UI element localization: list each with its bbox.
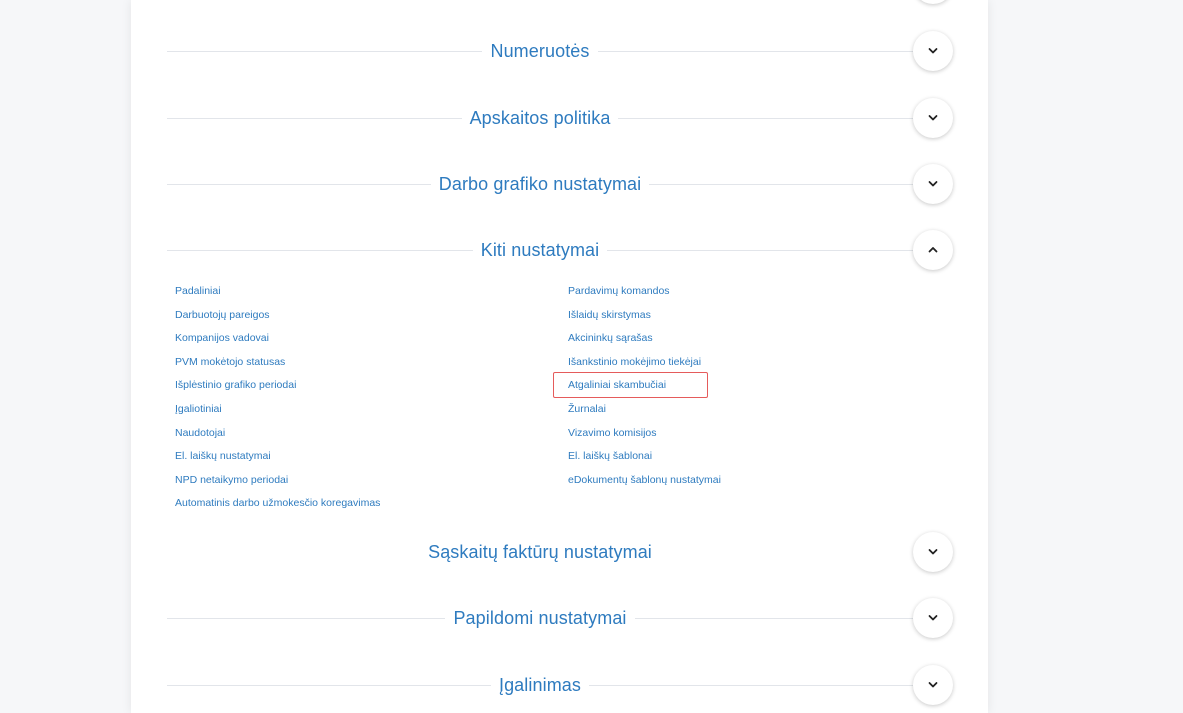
chevron-up-icon: [928, 247, 938, 253]
section-title-apskaitos-politika[interactable]: Apskaitos politika: [461, 107, 619, 129]
link-naudotojai[interactable]: Naudotojai: [175, 422, 555, 446]
chevron-down-icon: [928, 115, 938, 121]
section-papildomi-nustatymai: Papildomi nustatymai: [167, 596, 953, 640]
chevron-down-icon: [928, 682, 938, 688]
highlight-box: [553, 372, 708, 398]
section-title-numeruotes[interactable]: Numeruotės: [482, 40, 598, 62]
previous-section-toggle[interactable]: [913, 0, 953, 4]
toggle-apskaitos-politika[interactable]: [913, 98, 953, 138]
section-kiti-nustatymai: Kiti nustatymai: [167, 228, 953, 272]
toggle-darbo-grafiko[interactable]: [913, 164, 953, 204]
chevron-down-icon: [928, 181, 938, 187]
link-el-laisku-sablonai[interactable]: El. laiškų šablonai: [568, 445, 948, 469]
section-saskaitu-fakturu: Sąskaitų faktūrų nustatymai: [167, 530, 953, 574]
link-darbuotoju-pareigos[interactable]: Darbuotojų pareigos: [175, 304, 555, 328]
link-isplestinio-grafiko-periodai[interactable]: Išplėstinio grafiko periodai: [175, 374, 555, 398]
section-igalinimas: Įgalinimas: [167, 663, 953, 707]
chevron-down-icon: [928, 615, 938, 621]
section-numeruotes: Numeruotės: [167, 29, 953, 73]
link-kompanijos-vadovai[interactable]: Kompanijos vadovai: [175, 327, 555, 351]
link-igaliotiniai[interactable]: Įgaliotiniai: [175, 398, 555, 422]
settings-panel: Numeruotės Apskaitos politika Darbo graf…: [131, 0, 988, 713]
section-title-igalinimas[interactable]: Įgalinimas: [490, 674, 590, 696]
link-el-laisku-nustatymai[interactable]: El. laiškų nustatymai: [175, 445, 555, 469]
link-islaidu-skirstymas[interactable]: Išlaidų skirstymas: [568, 304, 948, 328]
toggle-saskaitu-fakturu[interactable]: [913, 532, 953, 572]
link-vizavimo-komisijos[interactable]: Vizavimo komisijos: [568, 422, 948, 446]
link-zurnalai[interactable]: Žurnalai: [568, 398, 948, 422]
link-pvm-moketojo-statusas[interactable]: PVM mokėtojo statusas: [175, 351, 555, 375]
chevron-down-icon: [928, 48, 938, 54]
links-column-left: Padaliniai Darbuotojų pareigos Kompanijo…: [175, 280, 555, 516]
link-edokumentu-sablonu-nustatymai[interactable]: eDokumentų šablonų nustatymai: [568, 469, 948, 493]
toggle-papildomi-nustatymai[interactable]: [913, 598, 953, 638]
section-title-kiti-nustatymai[interactable]: Kiti nustatymai: [472, 239, 608, 261]
section-title-saskaitu-fakturu[interactable]: Sąskaitų faktūrų nustatymai: [420, 541, 660, 563]
section-darbo-grafiko: Darbo grafiko nustatymai: [167, 162, 953, 206]
link-akcininku-sarasas[interactable]: Akcininkų sąrašas: [568, 327, 948, 351]
section-title-papildomi-nustatymai[interactable]: Papildomi nustatymai: [445, 607, 635, 629]
section-apskaitos-politika: Apskaitos politika: [167, 96, 953, 140]
link-npd-netaikymo-periodai[interactable]: NPD netaikymo periodai: [175, 469, 555, 493]
toggle-igalinimas[interactable]: [913, 665, 953, 705]
section-title-darbo-grafiko[interactable]: Darbo grafiko nustatymai: [430, 173, 650, 195]
link-pardavimu-komandos[interactable]: Pardavimų komandos: [568, 280, 948, 304]
link-padaliniai[interactable]: Padaliniai: [175, 280, 555, 304]
chevron-down-icon: [928, 549, 938, 555]
link-isankstinio-mokejimo-tiekejai[interactable]: Išankstinio mokėjimo tiekėjai: [568, 351, 948, 375]
toggle-numeruotes[interactable]: [913, 31, 953, 71]
link-automatinis-darbo-uzmokescio-koregavimas[interactable]: Automatinis darbo užmokesčio koregavimas: [175, 492, 555, 516]
toggle-kiti-nustatymai[interactable]: [913, 230, 953, 270]
